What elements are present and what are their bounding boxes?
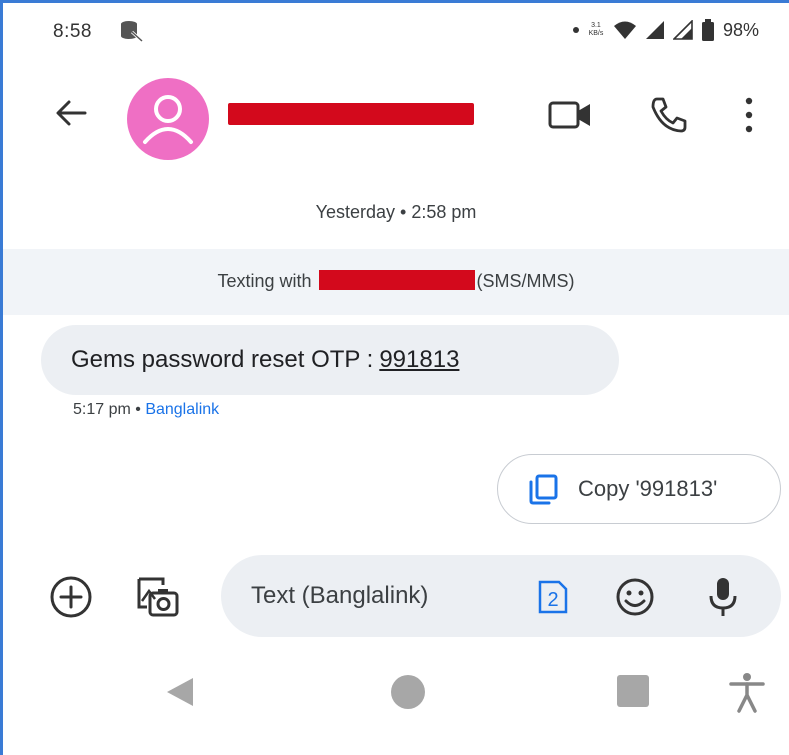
- more-options-icon[interactable]: [743, 95, 755, 135]
- copy-otp-suggestion-chip[interactable]: Copy '991813': [497, 454, 781, 524]
- emoji-icon[interactable]: [615, 577, 655, 617]
- status-time: 8:58: [53, 21, 92, 42]
- status-right-group: 3.1 KB/s 98%: [572, 19, 759, 41]
- signal-icon: [645, 21, 664, 39]
- back-arrow-icon[interactable]: [53, 95, 89, 131]
- compose-bar: Text (Banglalink) 2: [3, 551, 789, 641]
- message-meta: 5:17 pm • Banglalink: [73, 401, 219, 419]
- accessibility-icon[interactable]: [727, 671, 767, 713]
- message-time: 5:17 pm: [73, 401, 131, 418]
- message-input-placeholder: Text (Banglalink): [251, 582, 429, 609]
- network-speed: 3.1 KB/s: [587, 22, 605, 38]
- person-icon: [143, 95, 193, 144]
- redacted-number: [318, 270, 475, 291]
- texting-suffix: (SMS/MMS): [476, 271, 575, 291]
- battery-percent: 98%: [722, 19, 759, 40]
- conversation-app-bar: [3, 67, 789, 160]
- network-speed-unit: KB/s: [588, 30, 604, 37]
- sim-card-icon[interactable]: 2: [537, 579, 569, 615]
- bottom-edge: [3, 735, 789, 755]
- nav-home-icon[interactable]: [391, 675, 425, 709]
- gallery-camera-icon[interactable]: [133, 573, 181, 621]
- copy-chip-label: Copy '991813': [578, 476, 718, 501]
- texting-mode-banner: Texting with (SMS/MMS): [3, 249, 789, 315]
- battery-icon: [701, 19, 714, 41]
- contact-avatar[interactable]: [127, 78, 209, 160]
- phone-screen: 8:58 3.1 KB/s 98% Yesterday • 2:58 pm Te…: [0, 0, 789, 755]
- video-call-icon[interactable]: [547, 97, 593, 133]
- nav-recents-icon[interactable]: [617, 675, 649, 707]
- date-header: Yesterday • 2:58 pm: [315, 202, 477, 222]
- system-navigation-bar: [3, 653, 789, 733]
- message-input[interactable]: Text (Banglalink) 2: [221, 555, 781, 637]
- add-attachment-icon[interactable]: [49, 575, 93, 619]
- copy-icon: [529, 474, 558, 505]
- phone-call-icon[interactable]: [648, 95, 688, 135]
- otp-code-link[interactable]: 991813: [379, 346, 459, 374]
- sim-number: 2: [547, 589, 558, 611]
- microphone-icon[interactable]: [703, 575, 743, 619]
- meta-separator: •: [130, 401, 146, 418]
- data-saver-icon: [121, 21, 143, 42]
- message-text: Gems password reset OTP :: [71, 346, 374, 373]
- contact-name-redacted[interactable]: [228, 103, 474, 125]
- incoming-message-bubble[interactable]: Gems password reset OTP : 991813: [41, 325, 619, 395]
- status-bar: 8:58 3.1 KB/s 98%: [3, 3, 789, 63]
- nav-back-icon[interactable]: [163, 675, 197, 709]
- network-speed-value: 3.1: [591, 22, 601, 29]
- notification-dot-icon: [572, 27, 579, 33]
- texting-mode-text: Texting with (SMS/MMS): [3, 270, 789, 292]
- wifi-icon: [613, 21, 636, 39]
- message-carrier: Banglalink: [145, 401, 220, 418]
- texting-prefix: Texting with: [217, 271, 312, 291]
- signal-icon-2: [672, 20, 693, 40]
